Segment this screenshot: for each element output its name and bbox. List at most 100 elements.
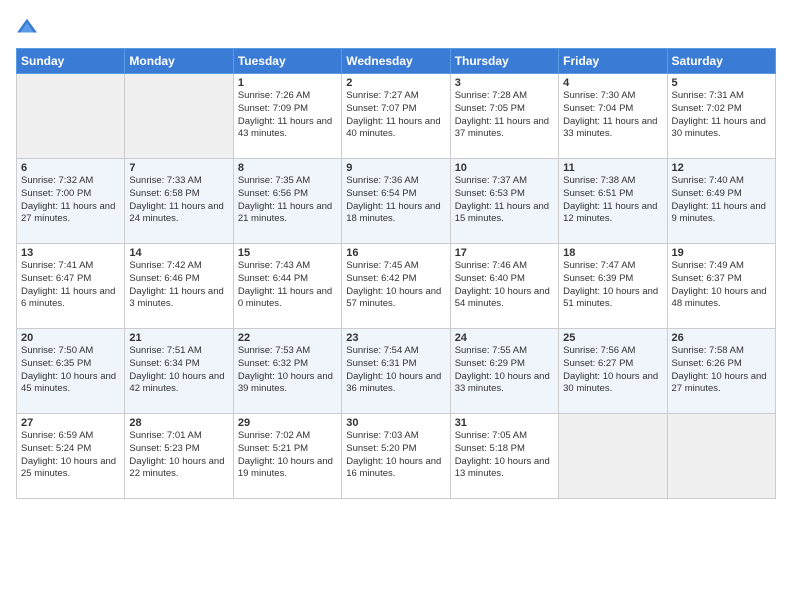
calendar-day: 26 Sunrise: 7:58 AM Sunset: 6:26 PM Dayl… <box>667 329 775 414</box>
sunrise-text: Sunrise: 7:40 AM <box>672 175 744 186</box>
sunrise-text: Sunrise: 7:47 AM <box>563 260 635 271</box>
daylight-text: Daylight: 10 hours and 42 minutes. <box>129 371 224 395</box>
daylight-text: Daylight: 11 hours and 15 minutes. <box>455 201 549 225</box>
calendar-day: 16 Sunrise: 7:45 AM Sunset: 6:42 PM Dayl… <box>342 244 450 329</box>
calendar-day: 12 Sunrise: 7:40 AM Sunset: 6:49 PM Dayl… <box>667 159 775 244</box>
daylight-text: Daylight: 10 hours and 16 minutes. <box>346 456 441 480</box>
sunrise-text: Sunrise: 7:42 AM <box>129 260 201 271</box>
day-number: 19 <box>672 247 771 259</box>
calendar-day: 1 Sunrise: 7:26 AM Sunset: 7:09 PM Dayli… <box>233 74 341 159</box>
sunset-text: Sunset: 6:34 PM <box>129 358 199 369</box>
day-number: 8 <box>238 162 337 174</box>
day-info: Sunrise: 7:05 AM Sunset: 5:18 PM Dayligh… <box>455 430 554 481</box>
daylight-text: Daylight: 10 hours and 25 minutes. <box>21 456 116 480</box>
daylight-text: Daylight: 10 hours and 48 minutes. <box>672 286 767 310</box>
sunset-text: Sunset: 6:35 PM <box>21 358 91 369</box>
weekday-header: Saturday <box>667 49 775 74</box>
weekday-header: Wednesday <box>342 49 450 74</box>
day-number: 5 <box>672 77 771 89</box>
logo <box>16 16 42 38</box>
sunrise-text: Sunrise: 7:51 AM <box>129 345 201 356</box>
sunset-text: Sunset: 6:32 PM <box>238 358 308 369</box>
calendar-week: 1 Sunrise: 7:26 AM Sunset: 7:09 PM Dayli… <box>17 74 776 159</box>
day-info: Sunrise: 7:50 AM Sunset: 6:35 PM Dayligh… <box>21 345 120 396</box>
daylight-text: Daylight: 10 hours and 39 minutes. <box>238 371 333 395</box>
sunset-text: Sunset: 6:39 PM <box>563 273 633 284</box>
daylight-text: Daylight: 11 hours and 24 minutes. <box>129 201 223 225</box>
day-info: Sunrise: 7:43 AM Sunset: 6:44 PM Dayligh… <box>238 260 337 311</box>
sunset-text: Sunset: 7:09 PM <box>238 103 308 114</box>
sunrise-text: Sunrise: 6:59 AM <box>21 430 93 441</box>
calendar-day: 6 Sunrise: 7:32 AM Sunset: 7:00 PM Dayli… <box>17 159 125 244</box>
day-number: 18 <box>563 247 662 259</box>
sunset-text: Sunset: 6:40 PM <box>455 273 525 284</box>
day-number: 2 <box>346 77 445 89</box>
day-info: Sunrise: 7:38 AM Sunset: 6:51 PM Dayligh… <box>563 175 662 226</box>
sunrise-text: Sunrise: 7:05 AM <box>455 430 527 441</box>
day-number: 21 <box>129 332 228 344</box>
calendar-day: 29 Sunrise: 7:02 AM Sunset: 5:21 PM Dayl… <box>233 414 341 499</box>
day-number: 12 <box>672 162 771 174</box>
calendar-day: 15 Sunrise: 7:43 AM Sunset: 6:44 PM Dayl… <box>233 244 341 329</box>
daylight-text: Daylight: 11 hours and 30 minutes. <box>672 116 766 140</box>
day-info: Sunrise: 7:47 AM Sunset: 6:39 PM Dayligh… <box>563 260 662 311</box>
sunset-text: Sunset: 5:18 PM <box>455 443 525 454</box>
day-number: 27 <box>21 417 120 429</box>
daylight-text: Daylight: 10 hours and 45 minutes. <box>21 371 116 395</box>
daylight-text: Daylight: 10 hours and 36 minutes. <box>346 371 441 395</box>
day-number: 22 <box>238 332 337 344</box>
day-info: Sunrise: 7:53 AM Sunset: 6:32 PM Dayligh… <box>238 345 337 396</box>
sunset-text: Sunset: 6:44 PM <box>238 273 308 284</box>
sunrise-text: Sunrise: 7:56 AM <box>563 345 635 356</box>
sunset-text: Sunset: 6:51 PM <box>563 188 633 199</box>
sunrise-text: Sunrise: 7:49 AM <box>672 260 744 271</box>
sunrise-text: Sunrise: 7:01 AM <box>129 430 201 441</box>
day-info: Sunrise: 7:02 AM Sunset: 5:21 PM Dayligh… <box>238 430 337 481</box>
daylight-text: Daylight: 11 hours and 37 minutes. <box>455 116 549 140</box>
sunset-text: Sunset: 7:05 PM <box>455 103 525 114</box>
sunset-text: Sunset: 7:07 PM <box>346 103 416 114</box>
sunrise-text: Sunrise: 7:41 AM <box>21 260 93 271</box>
sunset-text: Sunset: 6:47 PM <box>21 273 91 284</box>
calendar-week: 6 Sunrise: 7:32 AM Sunset: 7:00 PM Dayli… <box>17 159 776 244</box>
sunset-text: Sunset: 6:26 PM <box>672 358 742 369</box>
daylight-text: Daylight: 10 hours and 33 minutes. <box>455 371 550 395</box>
day-info: Sunrise: 7:01 AM Sunset: 5:23 PM Dayligh… <box>129 430 228 481</box>
header-row: SundayMondayTuesdayWednesdayThursdayFrid… <box>17 49 776 74</box>
calendar-day <box>667 414 775 499</box>
day-info: Sunrise: 7:03 AM Sunset: 5:20 PM Dayligh… <box>346 430 445 481</box>
day-info: Sunrise: 7:41 AM Sunset: 6:47 PM Dayligh… <box>21 260 120 311</box>
daylight-text: Daylight: 11 hours and 33 minutes. <box>563 116 657 140</box>
day-number: 13 <box>21 247 120 259</box>
day-info: Sunrise: 7:26 AM Sunset: 7:09 PM Dayligh… <box>238 90 337 141</box>
day-number: 6 <box>21 162 120 174</box>
weekday-header: Friday <box>559 49 667 74</box>
day-info: Sunrise: 7:56 AM Sunset: 6:27 PM Dayligh… <box>563 345 662 396</box>
sunrise-text: Sunrise: 7:35 AM <box>238 175 310 186</box>
calendar-day: 20 Sunrise: 7:50 AM Sunset: 6:35 PM Dayl… <box>17 329 125 414</box>
day-info: Sunrise: 7:27 AM Sunset: 7:07 PM Dayligh… <box>346 90 445 141</box>
day-number: 26 <box>672 332 771 344</box>
day-number: 15 <box>238 247 337 259</box>
day-number: 4 <box>563 77 662 89</box>
sunset-text: Sunset: 6:27 PM <box>563 358 633 369</box>
sunset-text: Sunset: 5:21 PM <box>238 443 308 454</box>
sunrise-text: Sunrise: 7:58 AM <box>672 345 744 356</box>
day-number: 14 <box>129 247 228 259</box>
sunset-text: Sunset: 5:24 PM <box>21 443 91 454</box>
calendar-day: 13 Sunrise: 7:41 AM Sunset: 6:47 PM Dayl… <box>17 244 125 329</box>
daylight-text: Daylight: 11 hours and 9 minutes. <box>672 201 766 225</box>
daylight-text: Daylight: 10 hours and 51 minutes. <box>563 286 658 310</box>
sunrise-text: Sunrise: 7:28 AM <box>455 90 527 101</box>
day-info: Sunrise: 7:30 AM Sunset: 7:04 PM Dayligh… <box>563 90 662 141</box>
day-info: Sunrise: 7:31 AM Sunset: 7:02 PM Dayligh… <box>672 90 771 141</box>
sunrise-text: Sunrise: 7:31 AM <box>672 90 744 101</box>
daylight-text: Daylight: 11 hours and 0 minutes. <box>238 286 332 310</box>
calendar-week: 20 Sunrise: 7:50 AM Sunset: 6:35 PM Dayl… <box>17 329 776 414</box>
day-number: 31 <box>455 417 554 429</box>
day-number: 1 <box>238 77 337 89</box>
sunset-text: Sunset: 6:29 PM <box>455 358 525 369</box>
calendar-day: 28 Sunrise: 7:01 AM Sunset: 5:23 PM Dayl… <box>125 414 233 499</box>
day-info: Sunrise: 7:36 AM Sunset: 6:54 PM Dayligh… <box>346 175 445 226</box>
sunrise-text: Sunrise: 7:37 AM <box>455 175 527 186</box>
